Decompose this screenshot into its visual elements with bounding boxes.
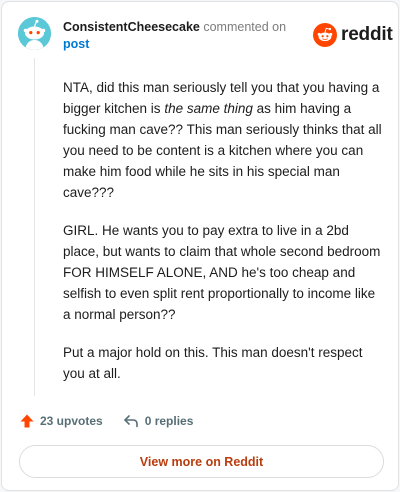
comment-header: ConsistentCheesecake commented on post: [63, 19, 303, 53]
username-link[interactable]: ConsistentCheesecake: [63, 20, 200, 34]
reply-count: 0 replies: [144, 414, 194, 428]
view-more-on-reddit-button[interactable]: View more on Reddit: [19, 445, 384, 478]
comment-paragraph-1: NTA, did this man seriously tell you tha…: [63, 77, 383, 203]
thread-line: [34, 58, 35, 396]
commented-on-label: commented on: [203, 20, 287, 34]
snoo-avatar-icon: [18, 17, 51, 50]
user-avatar[interactable]: [18, 17, 51, 50]
embedded-comment-card: ConsistentCheesecake commented on post r…: [1, 1, 399, 491]
upvote-count: 23 upvotes: [40, 414, 103, 428]
comment-actions: 23 upvotes 0 replies: [19, 411, 193, 431]
post-link[interactable]: post: [63, 36, 303, 53]
reddit-wordmark: reddit: [341, 24, 393, 45]
reply-arrow-icon: [123, 415, 138, 428]
view-more-label: View more on Reddit: [139, 454, 264, 469]
reply-button[interactable]: 0 replies: [123, 414, 194, 428]
reddit-logo-icon: [313, 23, 337, 47]
upvote-arrow-icon: [20, 414, 34, 428]
comment-italic-text: the same thing: [164, 101, 253, 116]
reddit-logo[interactable]: reddit: [313, 23, 393, 47]
comment-body: NTA, did this man seriously tell you tha…: [63, 77, 383, 401]
comment-paragraph-2: GIRL. He wants you to pay extra to live …: [63, 223, 381, 322]
upvote-button[interactable]: 23 upvotes: [19, 413, 103, 429]
comment-paragraph-3: Put a major hold on this. This man doesn…: [63, 345, 363, 381]
